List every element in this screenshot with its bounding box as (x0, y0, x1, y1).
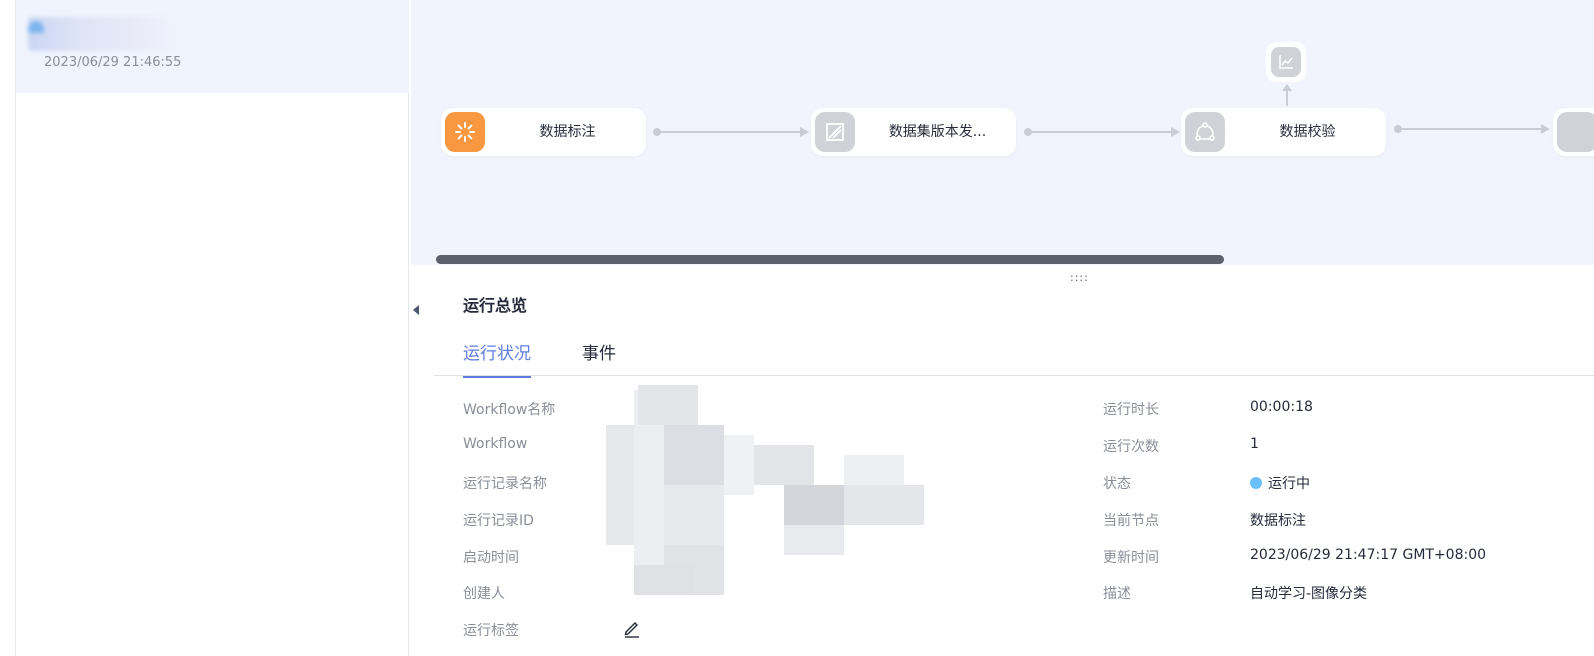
workflow-node-icon (1557, 112, 1594, 152)
workflow-edge (1394, 124, 1550, 134)
field-label-workflow: Workflow (463, 436, 528, 452)
field-label-update-time: 更新时间 (1103, 550, 1159, 566)
node-label: 数据集版本发... (888, 124, 987, 140)
field-label-creator: 创建人 (463, 586, 505, 602)
dataset-version-icon (815, 112, 855, 152)
loading-spinner-icon (445, 112, 485, 152)
field-value-run-count: 1 (1250, 436, 1259, 452)
status-badge: 运行中 (1250, 473, 1310, 493)
tab-events[interactable]: 事件 (582, 339, 616, 376)
tab-bar: 运行状况 事件 (434, 329, 1594, 378)
field-label-run-record-name: 运行记录名称 (463, 476, 547, 492)
workflow-node-metrics[interactable] (1266, 42, 1306, 82)
field-value-update-time: 2023/06/29 21:47:17 GMT+08:00 (1250, 547, 1487, 563)
run-list-item[interactable]: 2023/06/29 21:46:55 (16, 0, 409, 93)
run-list-panel: 2023/06/29 21:46:55 (15, 0, 409, 656)
horizontal-scrollbar[interactable] (436, 255, 1224, 264)
field-value-run-duration: 00:00:18 (1250, 399, 1313, 415)
status-dot-icon (1250, 477, 1262, 489)
workflow-edge (653, 127, 809, 137)
run-start-time: 2023/06/29 21:46:55 (44, 55, 182, 70)
redacted-values-mosaic (604, 385, 924, 603)
field-label-run-count: 运行次数 (1103, 439, 1159, 455)
workflow-edge (1024, 127, 1180, 137)
panel-title: 运行总览 (463, 296, 528, 315)
collapse-panel-toggle[interactable] (409, 262, 425, 358)
workflow-node-data-check[interactable]: 数据校验 (1181, 108, 1386, 156)
edit-icon[interactable] (622, 618, 642, 638)
workflow-node-dataset-release[interactable]: 数据集版本发... (811, 108, 1016, 156)
field-value-description: 自动学习-图像分类 (1250, 586, 1368, 602)
field-label-start-time: 启动时间 (463, 550, 519, 566)
drag-handle-icon[interactable]: :::: (1070, 271, 1089, 284)
workflow-node-data-labeling[interactable]: 数据标注 (441, 108, 646, 156)
field-value-current-node: 数据标注 (1250, 513, 1306, 529)
run-name-redacted (28, 17, 178, 51)
workflow-node-next[interactable] (1553, 108, 1594, 156)
field-label-run-record-id: 运行记录ID (463, 513, 534, 529)
field-label-current-node: 当前节点 (1103, 513, 1159, 529)
workflow-edge-vertical (1282, 84, 1292, 106)
field-value-status: 运行中 (1268, 476, 1310, 492)
field-label-workflow-name: Workflow名称 (463, 402, 556, 418)
field-label-description: 描述 (1103, 586, 1131, 602)
node-label: 数据校验 (1279, 124, 1336, 140)
data-check-icon (1185, 112, 1225, 152)
workflow-canvas[interactable]: 数据标注 数据集版本发... 数据校验 (411, 0, 1594, 265)
run-overview-panel: :::: 运行总览 运行状况 事件 Workflow名称 Workflow 运行… (434, 265, 1594, 656)
field-label-run-tags: 运行标签 (463, 623, 519, 639)
line-chart-icon (1271, 47, 1301, 77)
field-label-status: 状态 (1103, 476, 1131, 492)
node-label: 数据标注 (539, 124, 596, 140)
tab-run-status[interactable]: 运行状况 (463, 339, 531, 378)
collapse-left-icon (413, 305, 419, 315)
field-label-run-duration: 运行时长 (1103, 402, 1159, 418)
